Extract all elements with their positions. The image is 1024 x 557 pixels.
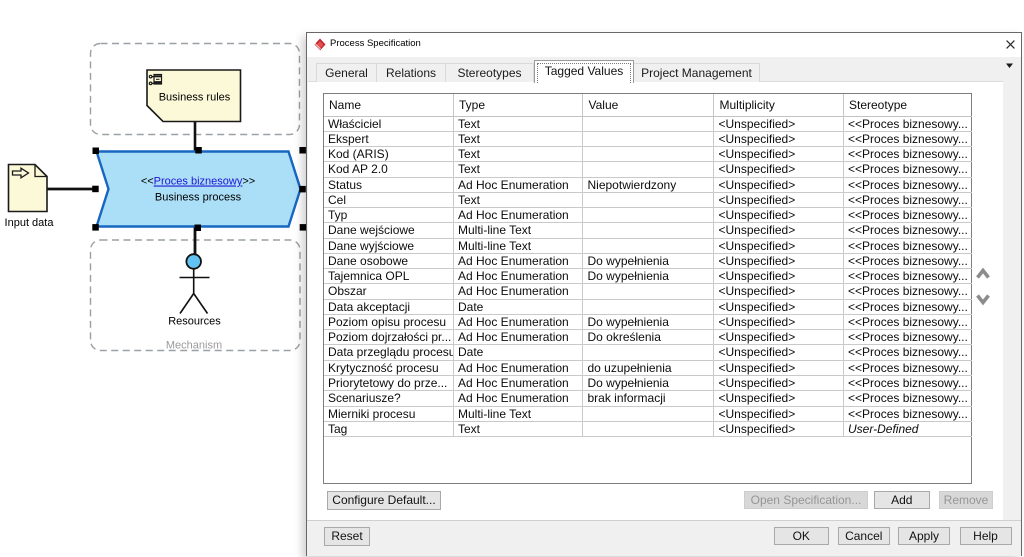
svg-text:Mechanism: Mechanism: [166, 340, 222, 352]
svg-text:Input data: Input data: [5, 217, 55, 229]
svg-text:Resources: Resources: [168, 316, 221, 328]
svg-text:Business rules: Business rules: [159, 92, 231, 104]
svg-text:<<Proces biznesowy>>: <<Proces biznesowy>>: [141, 176, 255, 188]
svg-text:Business process: Business process: [155, 192, 242, 204]
